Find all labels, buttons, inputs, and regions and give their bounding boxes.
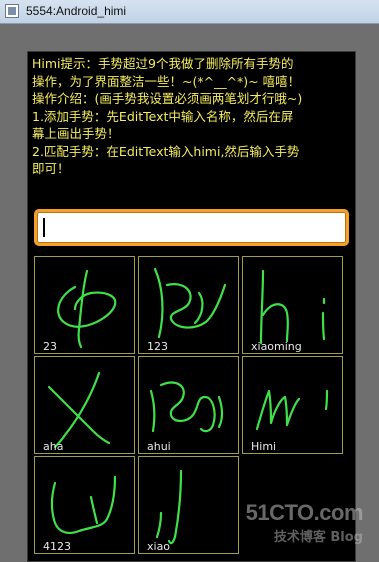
gesture-label: 123 [147, 340, 168, 353]
gesture-name-edittext[interactable] [34, 209, 349, 246]
gesture-name-input[interactable] [41, 215, 343, 243]
hint-line: Himi提示：手势超过9个我做了删除所有手势的 [32, 56, 294, 71]
hint-text: Himi提示：手势超过9个我做了删除所有手势的 操作，为了界面整洁一些！~(*^… [32, 55, 354, 178]
gesture-himi-drawing [255, 389, 329, 431]
gesture-label: xiao [147, 540, 171, 553]
hint-line: 操作介绍：(画手势我设置必须画两笔划才行哦~) [32, 91, 303, 106]
hint-line: 2.匹配手势：在EditText输入himi,然后输入手势 [32, 143, 300, 159]
gesture-ahui-drawing [149, 381, 224, 433]
gesture-23-drawing [57, 269, 117, 349]
gesture-item[interactable]: Himi [242, 356, 343, 454]
gesture-item[interactable]: 4123 [34, 456, 135, 554]
gesture-item[interactable]: xiao [138, 456, 239, 554]
watermark-logo: 51CTO.com 技术博客 Blog [239, 500, 369, 548]
gesture-label: aha [43, 440, 64, 453]
gesture-123-drawing [153, 267, 227, 339]
gesture-aha-drawing [47, 371, 111, 449]
gesture-label: 4123 [43, 540, 71, 553]
gesture-label: ahui [147, 440, 171, 453]
gesture-xiaoming-drawing [259, 269, 326, 345]
watermark-subtitle: 技术博客 Blog [273, 530, 363, 545]
hint-line: 1.添加手势：先EditText中输入名称，然后在屏 [32, 108, 294, 124]
window-title-bar: 5554:Android_himi [0, 0, 379, 24]
gesture-4123-drawing [50, 475, 117, 534]
hint-line: 即可！ [32, 161, 70, 176]
device-screen: Himi提示：手势超过9个我做了删除所有手势的 操作，为了界面整洁一些！~(*^… [27, 51, 356, 562]
emulator-frame: Himi提示：手势超过9个我做了删除所有手势的 操作，为了界面整洁一些！~(*^… [0, 24, 379, 562]
gesture-item[interactable]: xiaoming [242, 256, 343, 354]
gesture-item[interactable]: 123 [138, 256, 239, 354]
gesture-label: xiaoming [251, 340, 302, 353]
gesture-label: 23 [43, 340, 57, 353]
hint-line: 操作，为了界面整洁一些！~(*^__^*)~ 嘻嘻！ [32, 73, 301, 89]
window-title: 5554:Android_himi [26, 4, 127, 18]
gesture-xiao-drawing [155, 469, 183, 545]
gesture-item[interactable]: aha [34, 356, 135, 454]
watermark-brand: 51CTO.com [245, 500, 364, 525]
gesture-label: Himi [251, 440, 277, 453]
emulator-app-icon [5, 4, 19, 18]
hint-line: 幕上画出手势！ [32, 126, 120, 141]
gesture-item[interactable]: 23 [34, 256, 135, 354]
text-cursor [43, 218, 45, 237]
gesture-item[interactable]: ahui [138, 356, 239, 454]
